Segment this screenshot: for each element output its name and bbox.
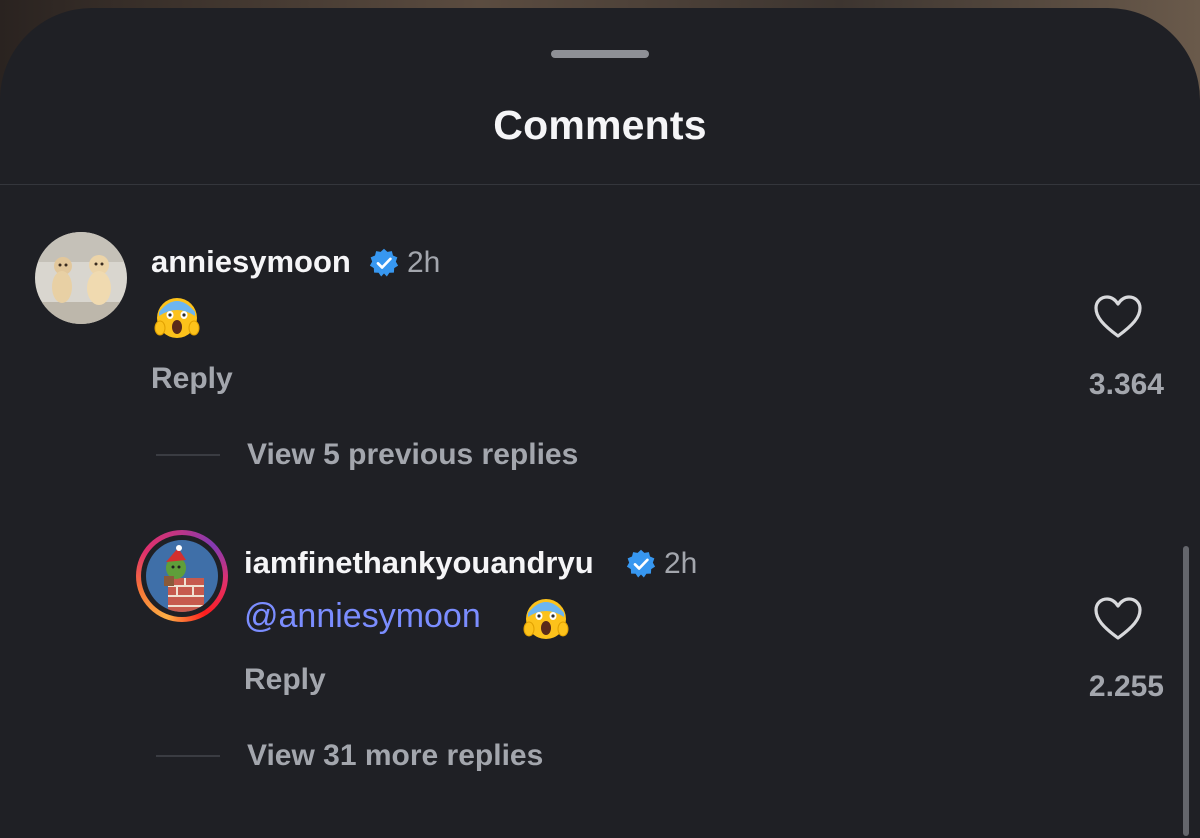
dogs-avatar-image [35, 232, 127, 324]
view-previous-replies-button[interactable]: View 5 previous replies [247, 438, 578, 472]
verified-badge-icon [626, 549, 656, 578]
sheet-drag-handle[interactable] [551, 50, 649, 58]
avatar-story-ring[interactable] [136, 530, 228, 622]
avatar [146, 540, 218, 612]
view-more-replies-button[interactable]: View 31 more replies [247, 739, 543, 773]
verified-badge-icon [369, 248, 399, 277]
face-screaming-in-fear-icon [154, 298, 200, 338]
scrollbar[interactable] [1183, 546, 1189, 836]
thread-line [156, 454, 220, 456]
comment-time: 2h [407, 246, 441, 279]
comments-sheet: Comments anniesymoon 2h Reply 3.364 View… [0, 8, 1200, 838]
face-screaming-in-fear-icon [523, 599, 569, 639]
grinch-avatar-image [146, 540, 218, 612]
comment-time: 2h [664, 547, 698, 580]
reply-button[interactable]: Reply [244, 663, 326, 697]
comment-username[interactable]: iamfinethankyouandryu [244, 545, 594, 581]
heart-outline-icon[interactable] [1093, 294, 1143, 340]
thread-line [156, 755, 220, 757]
heart-outline-icon[interactable] [1093, 596, 1143, 642]
like-count: 2.255 [1088, 670, 1164, 703]
header-divider [0, 184, 1200, 185]
comment-username[interactable]: anniesymoon [151, 244, 351, 280]
mention-link[interactable]: @anniesymoon [244, 597, 481, 636]
sheet-title: Comments [493, 102, 707, 148]
reply-button[interactable]: Reply [151, 362, 233, 396]
like-count: 3.364 [1088, 368, 1164, 401]
avatar[interactable] [35, 232, 127, 324]
